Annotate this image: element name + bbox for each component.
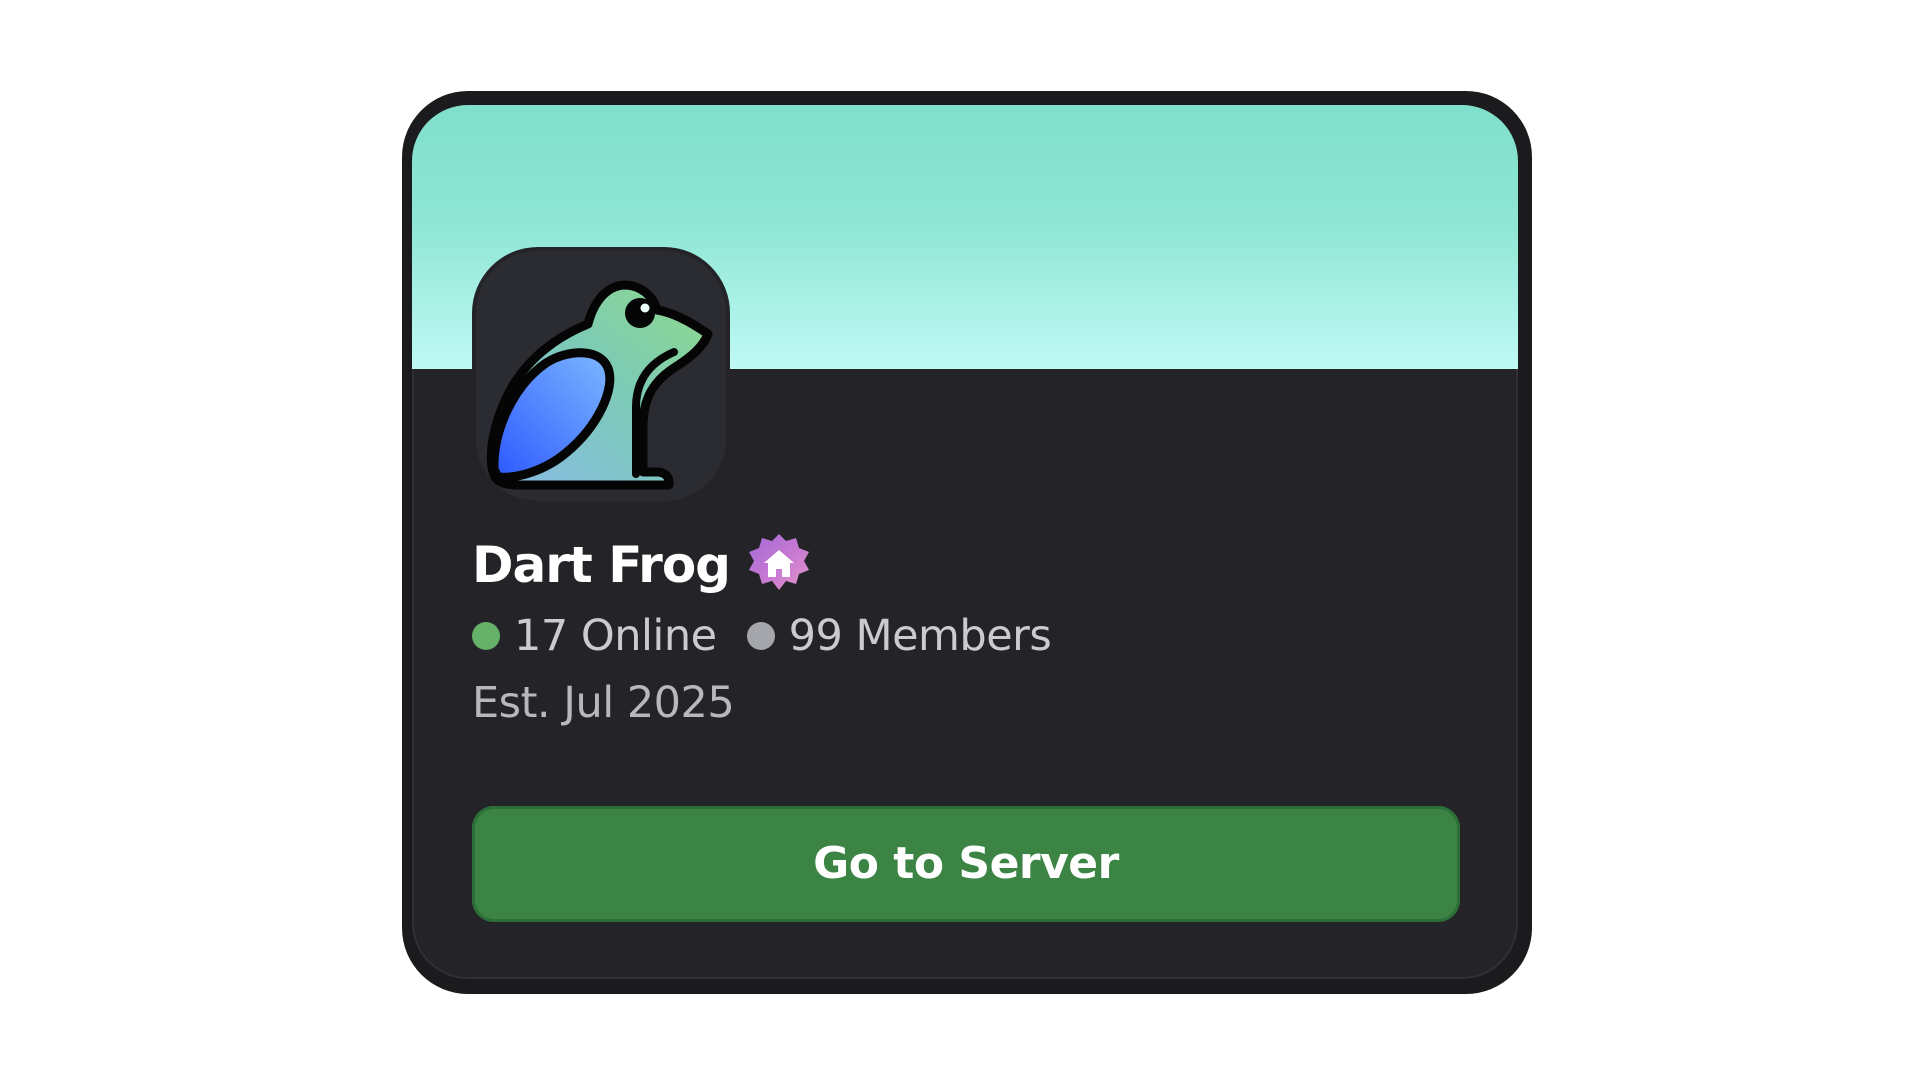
members-status-dot — [746, 622, 775, 650]
member-count: 99 Members — [788, 611, 1052, 661]
server-name: Dart Frog — [472, 536, 731, 594]
badge-shape — [748, 534, 809, 590]
server-icon — [476, 251, 726, 501]
server-title-row: Dart Frog — [472, 530, 812, 600]
house-badge-icon — [746, 532, 812, 598]
established-date: Est. Jul 2025 — [472, 678, 735, 728]
server-invite-card: Dart Frog 17 Online 99 Members Est. Jul … — [412, 105, 1518, 979]
dart-frog-icon — [486, 280, 713, 490]
server-stats: 17 Online 99 Members — [472, 605, 1052, 667]
server-icon-frame — [472, 247, 730, 505]
online-status-dot — [472, 622, 500, 650]
server-invite-card-frame: Dart Frog 17 Online 99 Members Est. Jul … — [402, 91, 1532, 994]
online-count: 17 Online — [514, 611, 717, 661]
go-to-server-button[interactable]: Go to Server — [472, 806, 1460, 922]
page: Dart Frog 17 Online 99 Members Est. Jul … — [0, 0, 1920, 1080]
